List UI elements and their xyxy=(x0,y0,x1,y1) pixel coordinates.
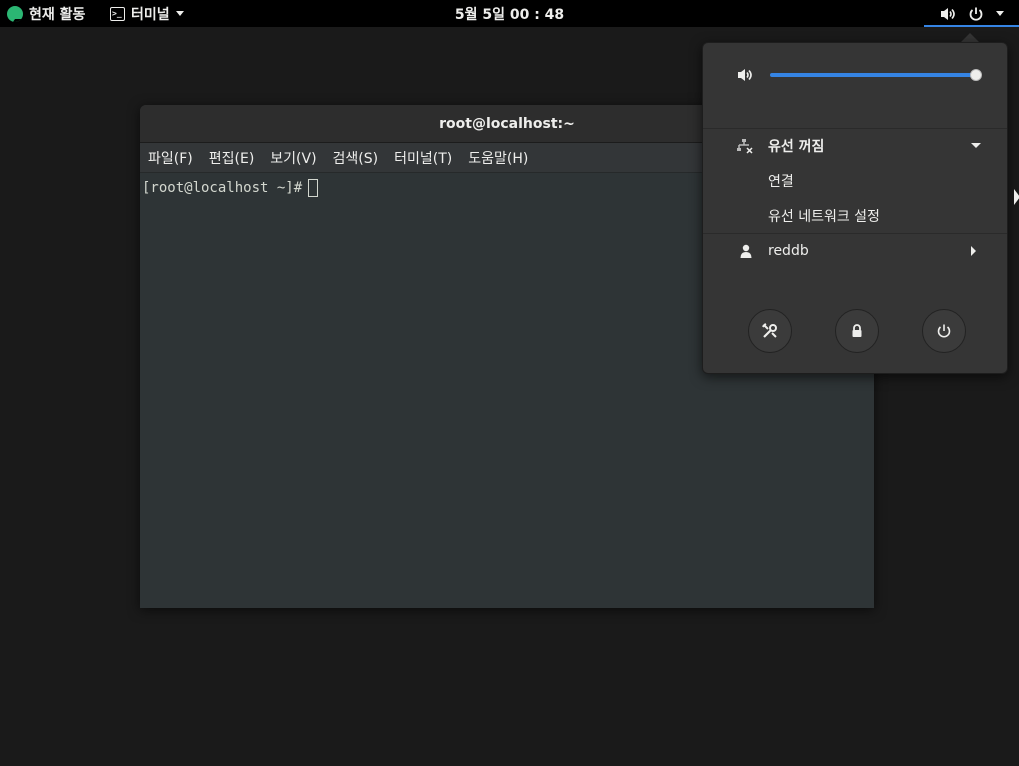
system-menu-active-indicator xyxy=(924,25,1019,27)
lock-button[interactable] xyxy=(835,309,879,353)
shell-prompt-line: [root@localhost ~]# xyxy=(142,179,319,197)
user-icon xyxy=(740,244,752,258)
activities-button[interactable]: 현재 활동 xyxy=(7,0,85,27)
app-menu-button[interactable]: >_ 터미널 xyxy=(110,0,184,27)
network-wired-row[interactable]: 유선 꺼짐 xyxy=(703,133,1007,159)
text-cursor xyxy=(308,179,319,197)
network-status: 유선 꺼짐 xyxy=(768,139,825,155)
mouse-pointer-icon xyxy=(1014,189,1019,205)
network-wired-offline-icon xyxy=(737,139,753,154)
terminal-icon: >_ xyxy=(110,6,125,21)
distro-logo-icon xyxy=(7,5,23,22)
menu-file[interactable]: 파일(F) xyxy=(140,148,201,168)
top-bar: 현재 활동 >_ 터미널 5월 5일 00 : 48 xyxy=(0,0,1019,27)
chevron-right-icon xyxy=(971,246,976,256)
clock-button[interactable]: 5월 5일 00 : 48 xyxy=(455,4,564,24)
lock-icon xyxy=(852,324,862,337)
activities-label: 현재 활동 xyxy=(29,6,86,23)
volume-icon xyxy=(940,7,955,20)
menu-search[interactable]: 검색(S) xyxy=(325,148,387,168)
settings-button[interactable] xyxy=(748,309,792,353)
chevron-down-icon xyxy=(971,143,981,148)
volume-slider-knob[interactable] xyxy=(970,69,982,81)
user-row[interactable]: reddb xyxy=(703,238,1007,264)
network-connect-label: 연결 xyxy=(768,174,794,190)
separator xyxy=(703,233,1007,234)
user-name: reddb xyxy=(768,243,809,259)
system-menu-button[interactable] xyxy=(924,0,1019,27)
network-connect-item[interactable]: 연결 xyxy=(703,168,1007,194)
terminal-title: root@localhost:~ xyxy=(439,115,575,132)
power-off-button[interactable] xyxy=(922,309,966,353)
app-menu-label: 터미널 xyxy=(131,6,170,23)
network-settings-label: 유선 네트워크 설정 xyxy=(768,209,880,225)
volume-row xyxy=(703,63,1007,87)
menu-view[interactable]: 보기(V) xyxy=(262,148,324,168)
menu-edit[interactable]: 편집(E) xyxy=(201,148,263,168)
power-icon xyxy=(969,7,982,21)
volume-icon xyxy=(738,69,752,81)
volume-slider-track[interactable] xyxy=(770,73,977,77)
system-menu-popover: 유선 꺼짐 연결 유선 네트워크 설정 reddb xyxy=(702,42,1008,374)
menu-help[interactable]: 도움말(H) xyxy=(460,148,536,168)
shell-prompt: [root@localhost ~]# xyxy=(142,180,303,196)
separator xyxy=(703,128,1007,129)
network-settings-item[interactable]: 유선 네트워크 설정 xyxy=(703,203,1007,229)
power-icon xyxy=(937,324,951,338)
menu-terminal[interactable]: 터미널(T) xyxy=(386,148,460,168)
chevron-down-icon xyxy=(175,11,184,16)
chevron-down-icon xyxy=(995,11,1004,16)
settings-icon xyxy=(762,323,777,338)
